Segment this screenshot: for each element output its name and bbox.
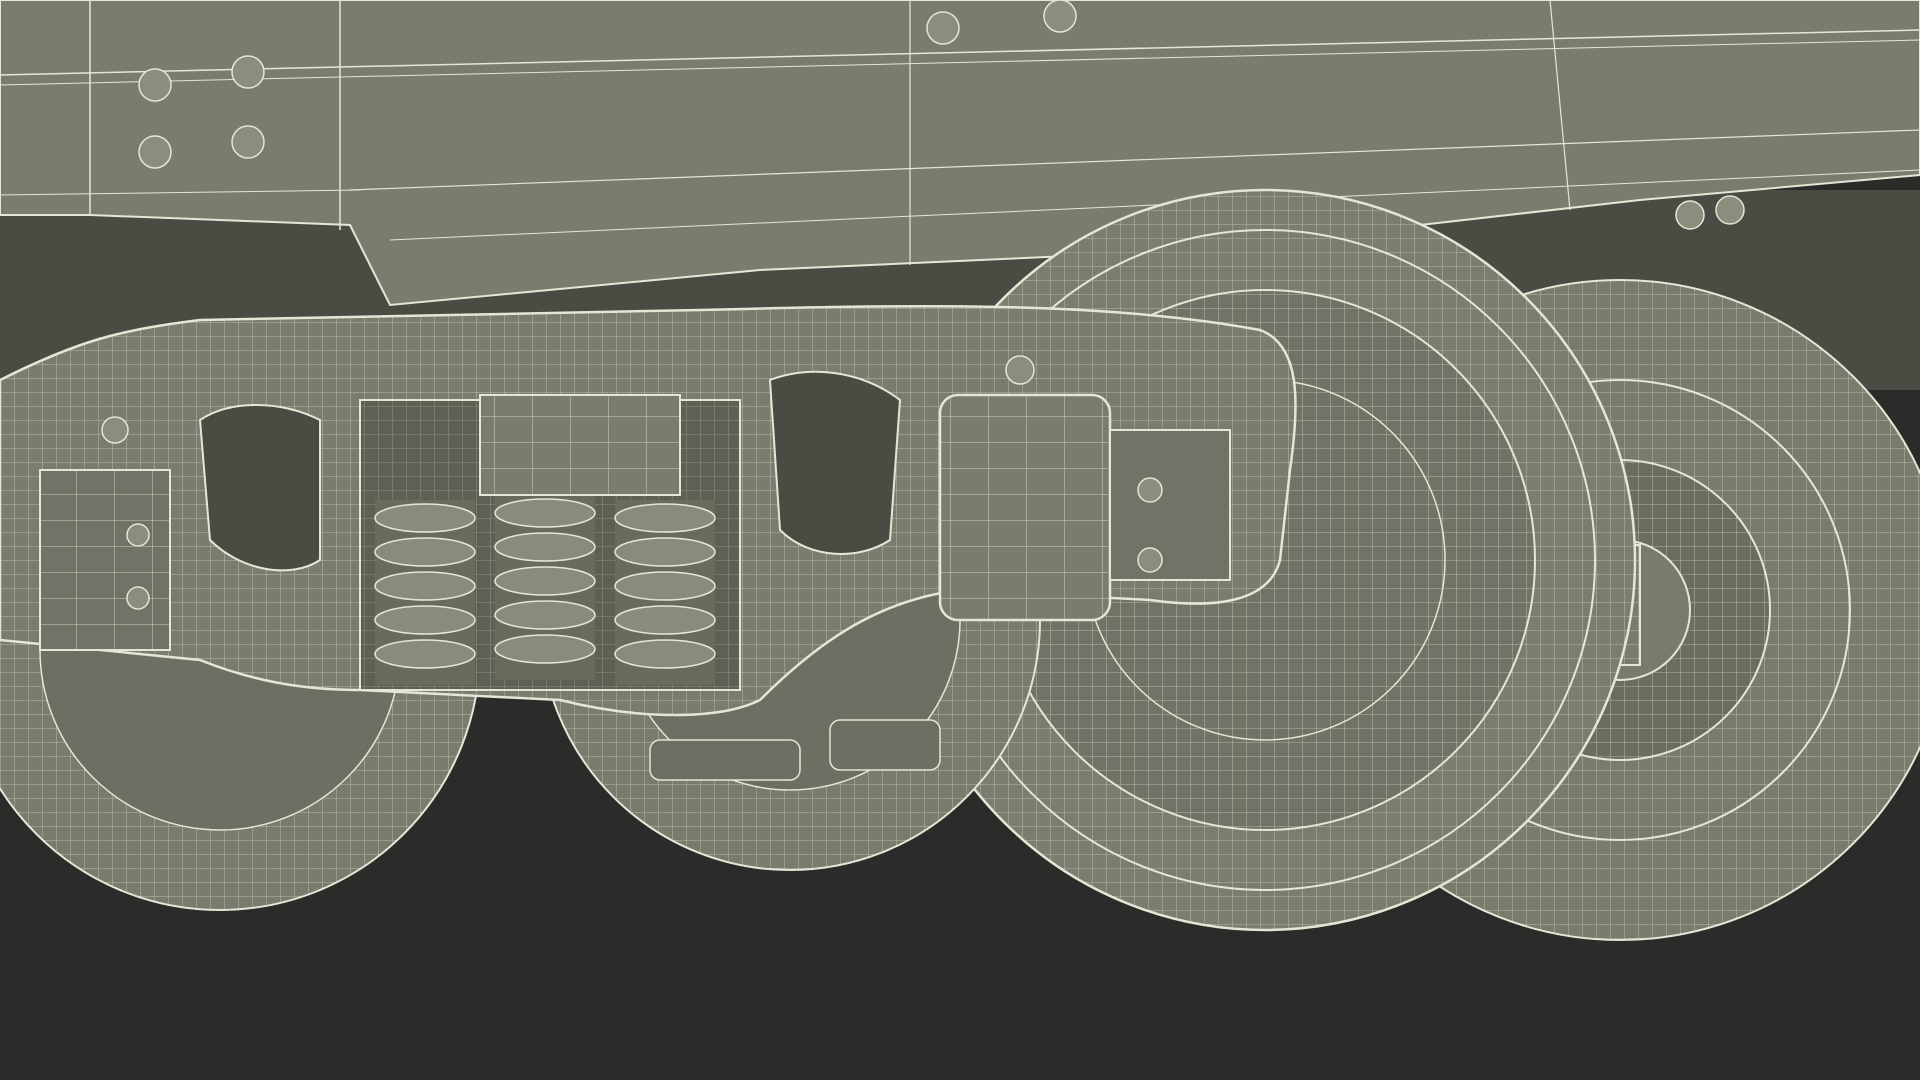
bolt: [926, 11, 960, 45]
bolt: [101, 416, 129, 444]
render-viewport: [0, 0, 1920, 1080]
bolt: [1715, 195, 1745, 225]
bolt: [231, 125, 265, 159]
coil-spring: [614, 500, 716, 685]
bolt: [1005, 355, 1035, 385]
bolt: [1137, 477, 1163, 503]
bolt: [1043, 0, 1077, 33]
bolster-block: [479, 394, 681, 496]
bolt: [1137, 547, 1163, 573]
coil-spring: [494, 495, 596, 680]
bolt: [231, 55, 265, 89]
frame-opening: [768, 370, 902, 555]
bolt: [138, 135, 172, 169]
bolt: [126, 586, 150, 610]
coil-springs: [374, 495, 716, 685]
coil-spring: [374, 500, 476, 685]
wireframe-scene: [0, 0, 1920, 1080]
bolt: [1675, 200, 1705, 230]
frame-opening: [198, 404, 321, 572]
bolt: [138, 68, 172, 102]
bolt: [126, 523, 150, 547]
